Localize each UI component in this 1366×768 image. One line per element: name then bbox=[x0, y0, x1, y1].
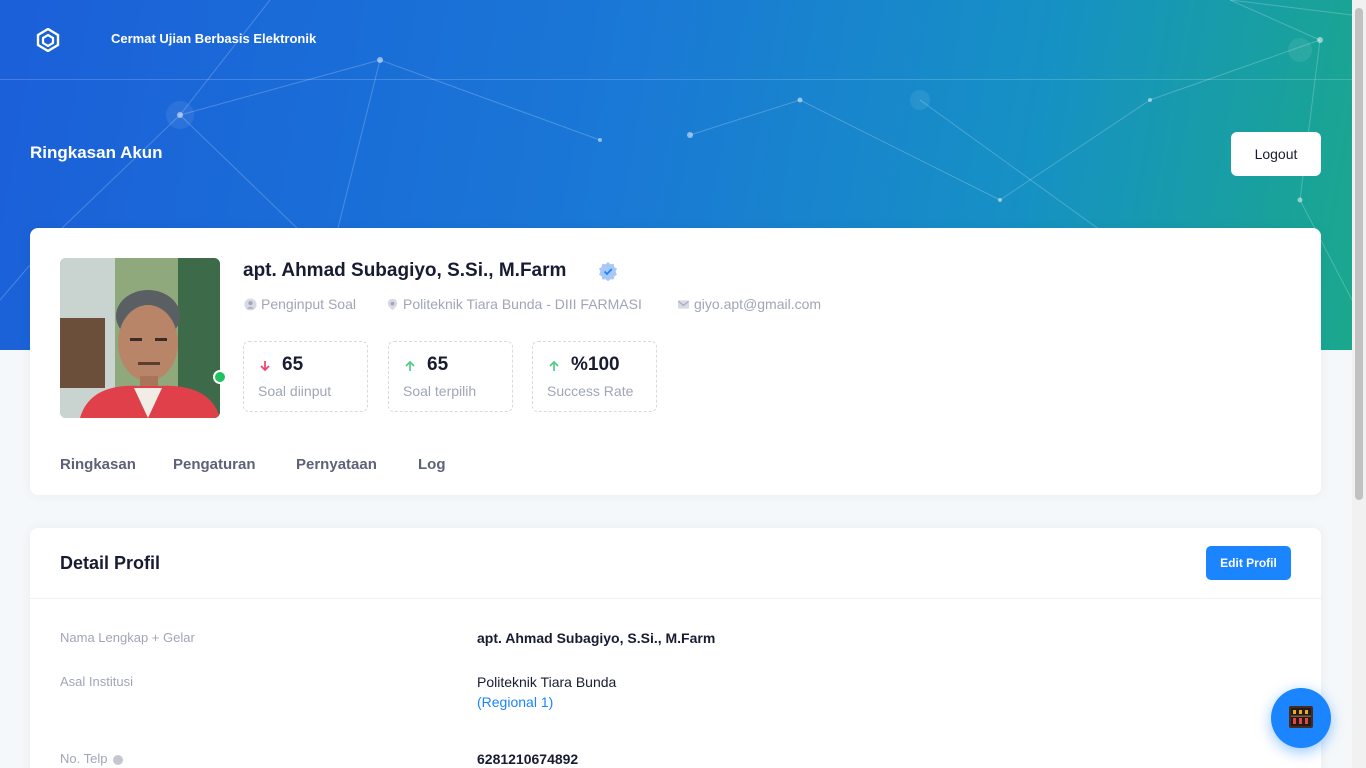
detail-title: Detail Profil bbox=[60, 553, 161, 573]
email-text[interactable]: giyo.apt@gmail.com bbox=[694, 296, 821, 312]
row-value-name: apt. Ahmad Subagiyo, S.Si., M.Farm bbox=[477, 630, 716, 646]
meta-role: Penginput Soal bbox=[244, 296, 356, 312]
divider bbox=[30, 598, 1321, 599]
tab-pernyataan[interactable]: Pernyataan bbox=[296, 456, 377, 473]
row-label-name: Nama Lengkap + Gelar bbox=[60, 630, 195, 645]
stat-value: 65 bbox=[282, 354, 304, 375]
arrow-up-icon bbox=[549, 360, 559, 371]
stat-label: Success Rate bbox=[547, 383, 634, 399]
phone-label-text: No. Telp bbox=[60, 751, 108, 766]
location-pin-icon bbox=[387, 298, 398, 310]
abacus-icon bbox=[1289, 705, 1313, 728]
page-scrollbar[interactable] bbox=[1352, 0, 1366, 768]
stat-success-rate: %100 Success Rate bbox=[532, 341, 657, 412]
tab-pengaturan[interactable]: Pengaturan bbox=[173, 456, 256, 473]
meta-institution: Politeknik Tiara Bunda - DIII FARMASI bbox=[386, 296, 642, 312]
tab-log[interactable]: Log bbox=[418, 456, 446, 473]
row-value-institution: Politeknik Tiara Bunda bbox=[477, 674, 617, 690]
detail-profile-card: Detail Profil Edit Profil Nama Lengkap +… bbox=[30, 528, 1321, 768]
scrollbar-thumb[interactable] bbox=[1355, 8, 1363, 500]
arrow-up-icon bbox=[405, 360, 415, 371]
stat-label: Soal diinput bbox=[258, 383, 332, 399]
row-label-institution: Asal Institusi bbox=[60, 674, 133, 689]
brand-name: Cermat Ujian Berbasis Elektronik bbox=[111, 31, 317, 46]
stat-soal-terpilih: 65 Soal terpilih bbox=[388, 341, 513, 412]
page-title: Ringkasan Akun bbox=[30, 143, 163, 162]
user-icon bbox=[244, 297, 257, 311]
meta-email: giyo.apt@gmail.com bbox=[677, 296, 821, 312]
verified-badge-icon bbox=[599, 262, 617, 281]
regional-link[interactable]: (Regional 1) bbox=[477, 694, 553, 710]
top-navbar: Cermat Ujian Berbasis Elektronik bbox=[0, 0, 1352, 80]
edit-profile-button[interactable]: Edit Profil bbox=[1206, 546, 1291, 580]
arrow-down-icon bbox=[260, 361, 270, 372]
stat-value: 65 bbox=[427, 354, 449, 375]
stat-value: %100 bbox=[571, 354, 620, 375]
role-text: Penginput Soal bbox=[261, 296, 356, 312]
logout-button[interactable]: Logout bbox=[1231, 132, 1321, 176]
profile-card: apt. Ahmad Subagiyo, S.Si., M.Farm Pengi… bbox=[30, 228, 1321, 495]
institution-text: Politeknik Tiara Bunda - DIII FARMASI bbox=[403, 296, 642, 312]
mail-icon bbox=[677, 299, 690, 309]
stat-label: Soal terpilih bbox=[403, 383, 477, 399]
profile-name: apt. Ahmad Subagiyo, S.Si., M.Farm bbox=[243, 260, 567, 281]
info-icon[interactable] bbox=[113, 754, 124, 765]
app-logo-icon[interactable] bbox=[36, 28, 60, 52]
abacus-fab-button[interactable] bbox=[1271, 688, 1331, 748]
row-label-phone: No. Telp bbox=[60, 751, 124, 766]
online-status-dot bbox=[213, 370, 227, 384]
row-value-phone: 6281210674892 bbox=[477, 751, 579, 767]
profile-photo bbox=[60, 258, 220, 418]
tab-ringkasan[interactable]: Ringkasan bbox=[60, 456, 136, 473]
stat-soal-diinput: 65 Soal diinput bbox=[243, 341, 368, 412]
